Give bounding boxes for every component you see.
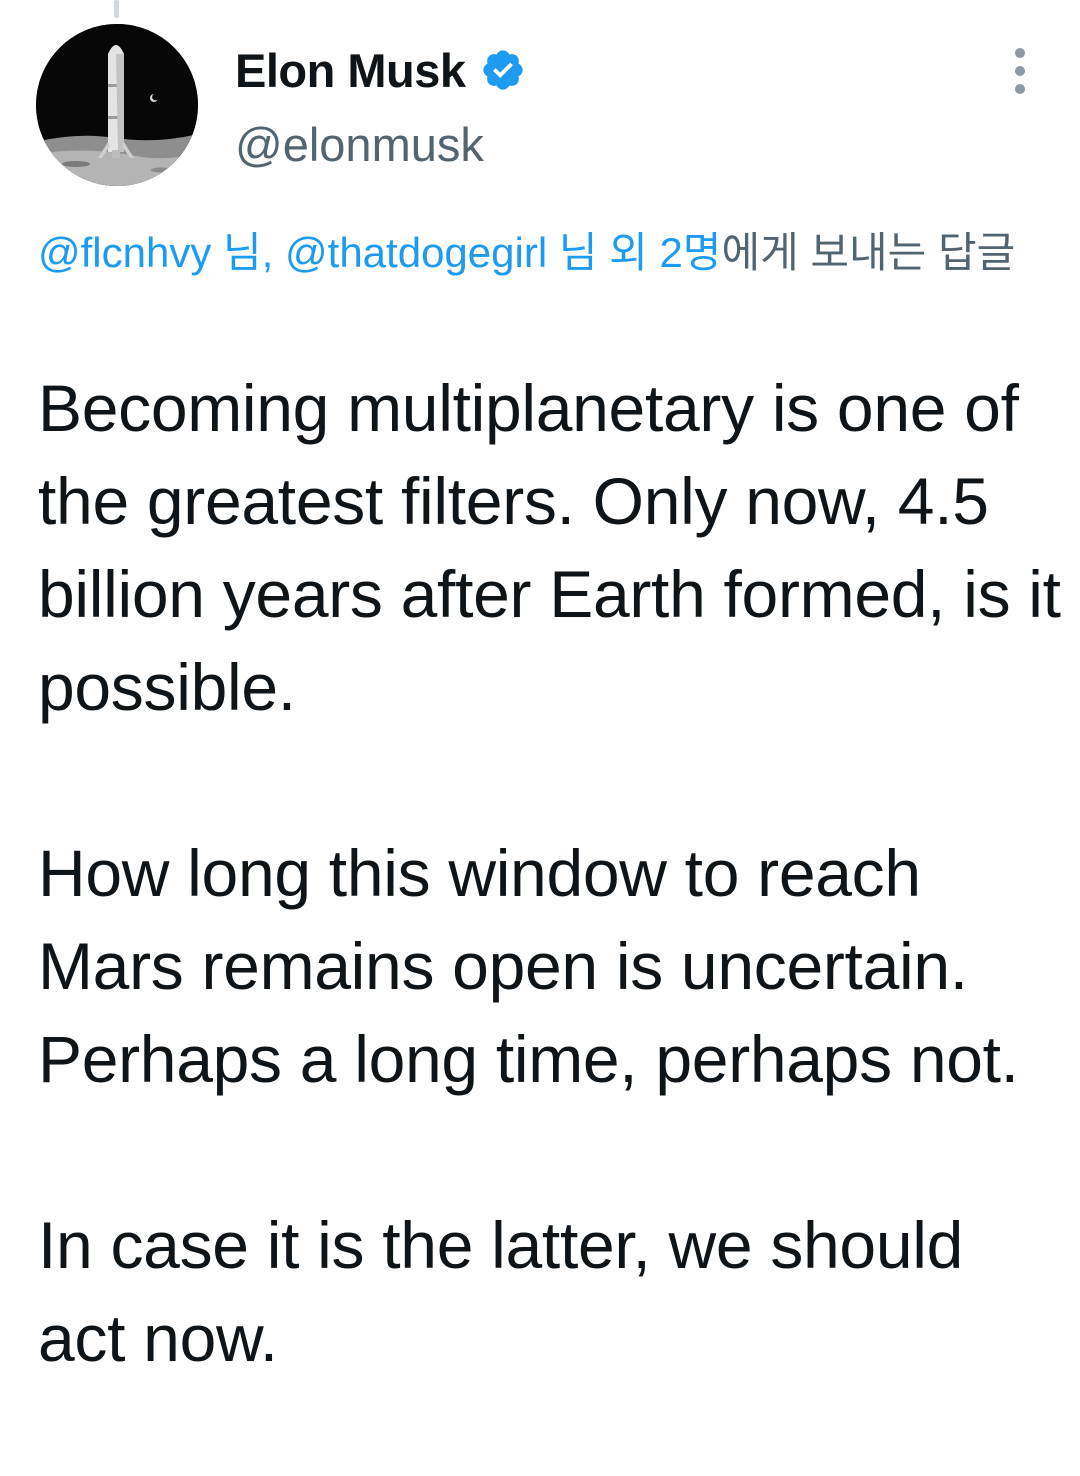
reply-mention-thatdogegirl[interactable]: @thatdogegirl: [285, 229, 547, 276]
tweet-paragraph: Becoming multiplanetary is one of the gr…: [38, 371, 1061, 724]
more-dot: [1015, 84, 1025, 94]
avatar[interactable]: [36, 24, 198, 186]
more-options-icon[interactable]: [1000, 48, 1040, 94]
tweet-paragraph: In case it is the latter, we should act …: [38, 1208, 964, 1375]
author-display-name[interactable]: Elon Musk: [235, 43, 466, 98]
author-name-row[interactable]: Elon Musk: [235, 40, 526, 100]
tweet-paragraph: How long this window to reach Mars remai…: [38, 836, 1019, 1096]
tweet-body: Becoming multiplanetary is one of the gr…: [38, 362, 1068, 1385]
starship-on-moon-avatar-icon: [36, 24, 198, 186]
author-handle[interactable]: @elonmusk: [235, 117, 484, 172]
reply-mention-flcnhvy[interactable]: @flcnhvy: [38, 229, 211, 276]
reply-suffix-1[interactable]: 님,: [211, 229, 285, 276]
reply-context: @flcnhvy 님, @thatdogegirl 님 외 2명에게 보내는 답…: [38, 225, 1038, 281]
reply-suffix-2[interactable]: 님 외 2명: [547, 229, 722, 276]
reply-context-tail: 에게 보내는 답글: [721, 229, 1016, 276]
more-dot: [1015, 48, 1025, 58]
more-dot: [1015, 66, 1025, 76]
verified-badge-icon: [480, 47, 526, 93]
tweet-header: Elon Musk @elonmusk: [0, 0, 1080, 200]
